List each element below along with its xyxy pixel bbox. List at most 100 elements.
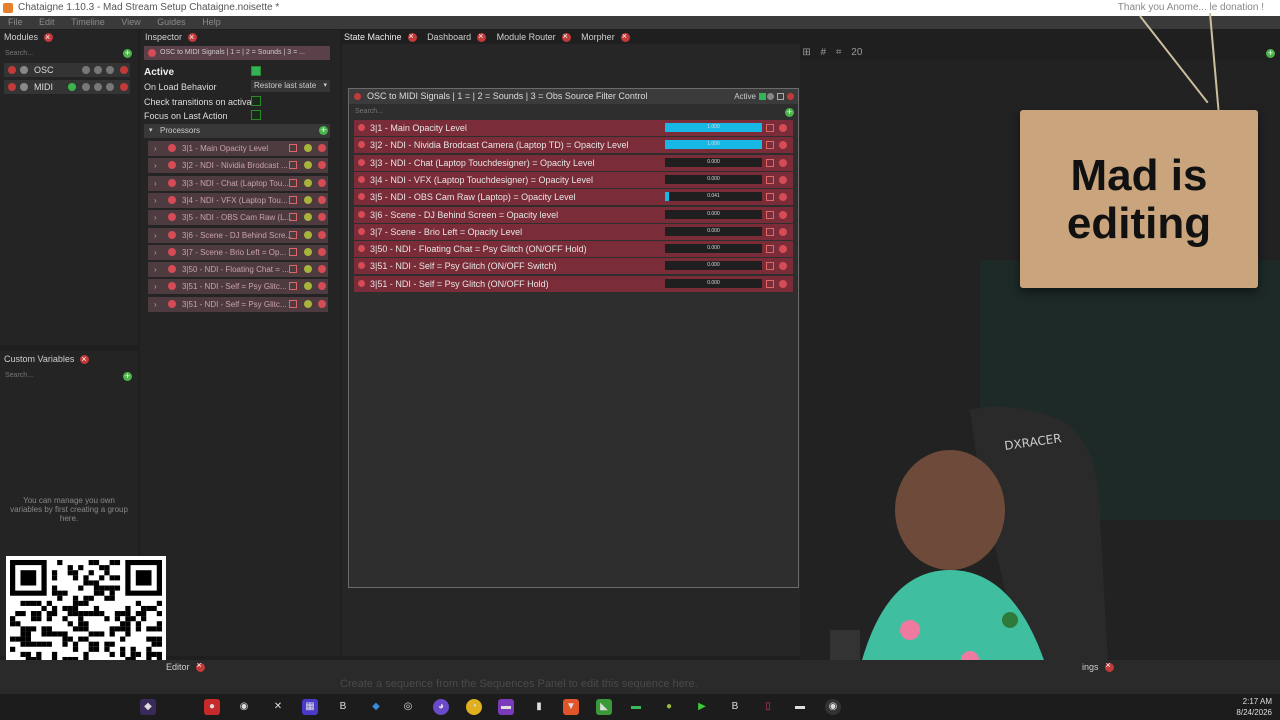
- x-icon[interactable]: ✕: [270, 699, 286, 715]
- signal-row[interactable]: 3|1 - Main Opacity Level 1.000: [354, 120, 793, 136]
- close-icon[interactable]: [561, 30, 571, 43]
- remove-icon[interactable]: [318, 195, 326, 204]
- power-icon[interactable]: [168, 265, 176, 274]
- power-icon[interactable]: [168, 230, 176, 239]
- remove-icon[interactable]: [779, 227, 787, 236]
- remove-icon[interactable]: [318, 299, 326, 308]
- signal-row[interactable]: 3|7 - Scene - Brio Left = Opacity Level 0…: [354, 223, 793, 240]
- processor-toggle[interactable]: [289, 195, 297, 204]
- signal-row[interactable]: 3|51 - NDI - Self = Psy Glitch (ON/OFF H…: [354, 275, 793, 292]
- chevron-right-icon[interactable]: ›: [154, 262, 157, 277]
- signal-toggle[interactable]: [766, 227, 774, 236]
- add-variable-icon[interactable]: +: [123, 372, 132, 381]
- close-icon[interactable]: [195, 660, 205, 673]
- chevron-right-icon[interactable]: ›: [154, 210, 157, 225]
- remove-icon[interactable]: [779, 175, 787, 184]
- power-icon[interactable]: [358, 124, 365, 131]
- processor-item[interactable]: › 3|7 - Scene - Brio Left = Op...: [148, 244, 328, 260]
- signal-toggle[interactable]: [766, 175, 774, 184]
- chevron-right-icon[interactable]: ›: [154, 279, 157, 294]
- custom-variables-search[interactable]: Search...: [5, 372, 33, 379]
- signal-toggle[interactable]: [766, 124, 774, 132]
- module-toggle-icon[interactable]: [94, 83, 102, 91]
- signal-level-slider[interactable]: 0.000: [665, 261, 762, 271]
- brave-icon[interactable]: ▼: [563, 699, 579, 715]
- active-toggle[interactable]: [759, 93, 766, 100]
- remove-icon[interactable]: [120, 83, 128, 91]
- processor-toggle[interactable]: [289, 282, 297, 291]
- add-module-icon[interactable]: +: [123, 49, 132, 58]
- processor-toggle[interactable]: [289, 161, 297, 170]
- menu-guides[interactable]: Guides: [157, 17, 186, 27]
- module-toggle-icon[interactable]: [82, 83, 90, 91]
- chevron-right-icon[interactable]: ›: [154, 245, 157, 260]
- close-icon[interactable]: [44, 30, 54, 44]
- add-action-icon[interactable]: +: [785, 108, 794, 117]
- signal-toggle[interactable]: [766, 245, 774, 254]
- signal-level-slider[interactable]: 0.000: [665, 244, 762, 254]
- processor-item[interactable]: › 3|6 - Scene - DJ Behind Scre...: [148, 227, 328, 243]
- close-icon[interactable]: [80, 352, 90, 366]
- circle-app-icon[interactable]: ●: [661, 699, 677, 715]
- play-app-icon[interactable]: ▶: [694, 699, 710, 715]
- osc-app-icon[interactable]: ◉: [825, 699, 841, 715]
- processor-toggle[interactable]: [289, 247, 297, 256]
- pink-app-icon[interactable]: ▯: [760, 699, 776, 715]
- node-search[interactable]: Search...: [355, 108, 383, 115]
- tab-state-machine[interactable]: State Machine: [344, 30, 417, 43]
- signal-toggle[interactable]: [766, 193, 774, 202]
- power-icon[interactable]: [168, 161, 176, 170]
- remove-icon[interactable]: [318, 213, 326, 222]
- signal-row[interactable]: 3|5 - NDI - OBS Cam Raw (Laptop) = Opaci…: [354, 189, 793, 206]
- signal-level-slider[interactable]: 0.000: [665, 226, 762, 236]
- signal-toggle[interactable]: [766, 262, 774, 271]
- power-icon[interactable]: [168, 178, 176, 187]
- remove-icon[interactable]: [779, 193, 787, 202]
- chevron-right-icon[interactable]: ›: [154, 297, 157, 312]
- power-icon[interactable]: [358, 210, 365, 218]
- add-processor-icon[interactable]: +: [319, 126, 328, 135]
- signal-level-slider[interactable]: 0.000: [665, 209, 762, 219]
- chrome-icon[interactable]: ◔: [466, 699, 482, 715]
- power-icon[interactable]: [358, 158, 365, 166]
- remove-icon[interactable]: [779, 124, 787, 132]
- tab-morpher[interactable]: Morpher: [581, 30, 630, 43]
- power-icon[interactable]: [168, 144, 176, 152]
- power-icon[interactable]: [358, 141, 365, 149]
- processor-toggle[interactable]: [289, 230, 297, 239]
- editor-tab[interactable]: Editor: [166, 660, 205, 673]
- remove-icon[interactable]: [779, 158, 787, 167]
- module-toggle-icon[interactable]: [106, 66, 114, 74]
- signal-row[interactable]: 3|51 - NDI - Self = Psy Glitch (ON/OFF S…: [354, 258, 793, 275]
- processor-item[interactable]: › 3|50 - NDI - Floating Chat = ...: [148, 262, 328, 278]
- processor-item[interactable]: › 3|51 - NDI - Self = Psy Glitc...: [148, 279, 328, 295]
- remove-icon[interactable]: [779, 245, 787, 254]
- check-transitions-checkbox[interactable]: [251, 96, 261, 106]
- chevron-right-icon[interactable]: ›: [154, 158, 157, 173]
- close-icon[interactable]: [407, 30, 417, 43]
- menu-file[interactable]: File: [8, 17, 23, 27]
- terminal-icon[interactable]: ▬: [628, 699, 644, 715]
- options-icon[interactable]: [767, 93, 774, 100]
- power-icon[interactable]: [358, 279, 365, 287]
- close-icon[interactable]: [188, 30, 198, 44]
- expand-icon[interactable]: [777, 93, 784, 100]
- modules-search[interactable]: Search...: [5, 50, 33, 57]
- processor-item[interactable]: › 3|2 - NDI - Nividia Brodcast ...: [148, 158, 328, 174]
- snap-icon[interactable]: ⊞: [802, 47, 810, 58]
- close-icon[interactable]: [787, 93, 794, 100]
- power-icon[interactable]: [168, 299, 176, 308]
- menu-view[interactable]: View: [121, 17, 140, 27]
- media-icon[interactable]: ▬: [498, 699, 514, 715]
- power-icon[interactable]: [354, 93, 361, 100]
- b-app-icon[interactable]: B: [335, 699, 351, 715]
- signal-level-slider[interactable]: 0.000: [665, 174, 762, 184]
- chevron-right-icon[interactable]: ›: [154, 193, 157, 208]
- module-toggle-icon[interactable]: [106, 83, 114, 91]
- remove-icon[interactable]: [318, 265, 326, 274]
- signal-row[interactable]: 3|6 - Scene - DJ Behind Screen = Opacity…: [354, 206, 793, 223]
- module-toggle-icon[interactable]: [94, 66, 102, 74]
- file-icon[interactable]: ▮: [531, 699, 547, 715]
- remove-icon[interactable]: [318, 247, 326, 256]
- power-icon[interactable]: [358, 193, 365, 201]
